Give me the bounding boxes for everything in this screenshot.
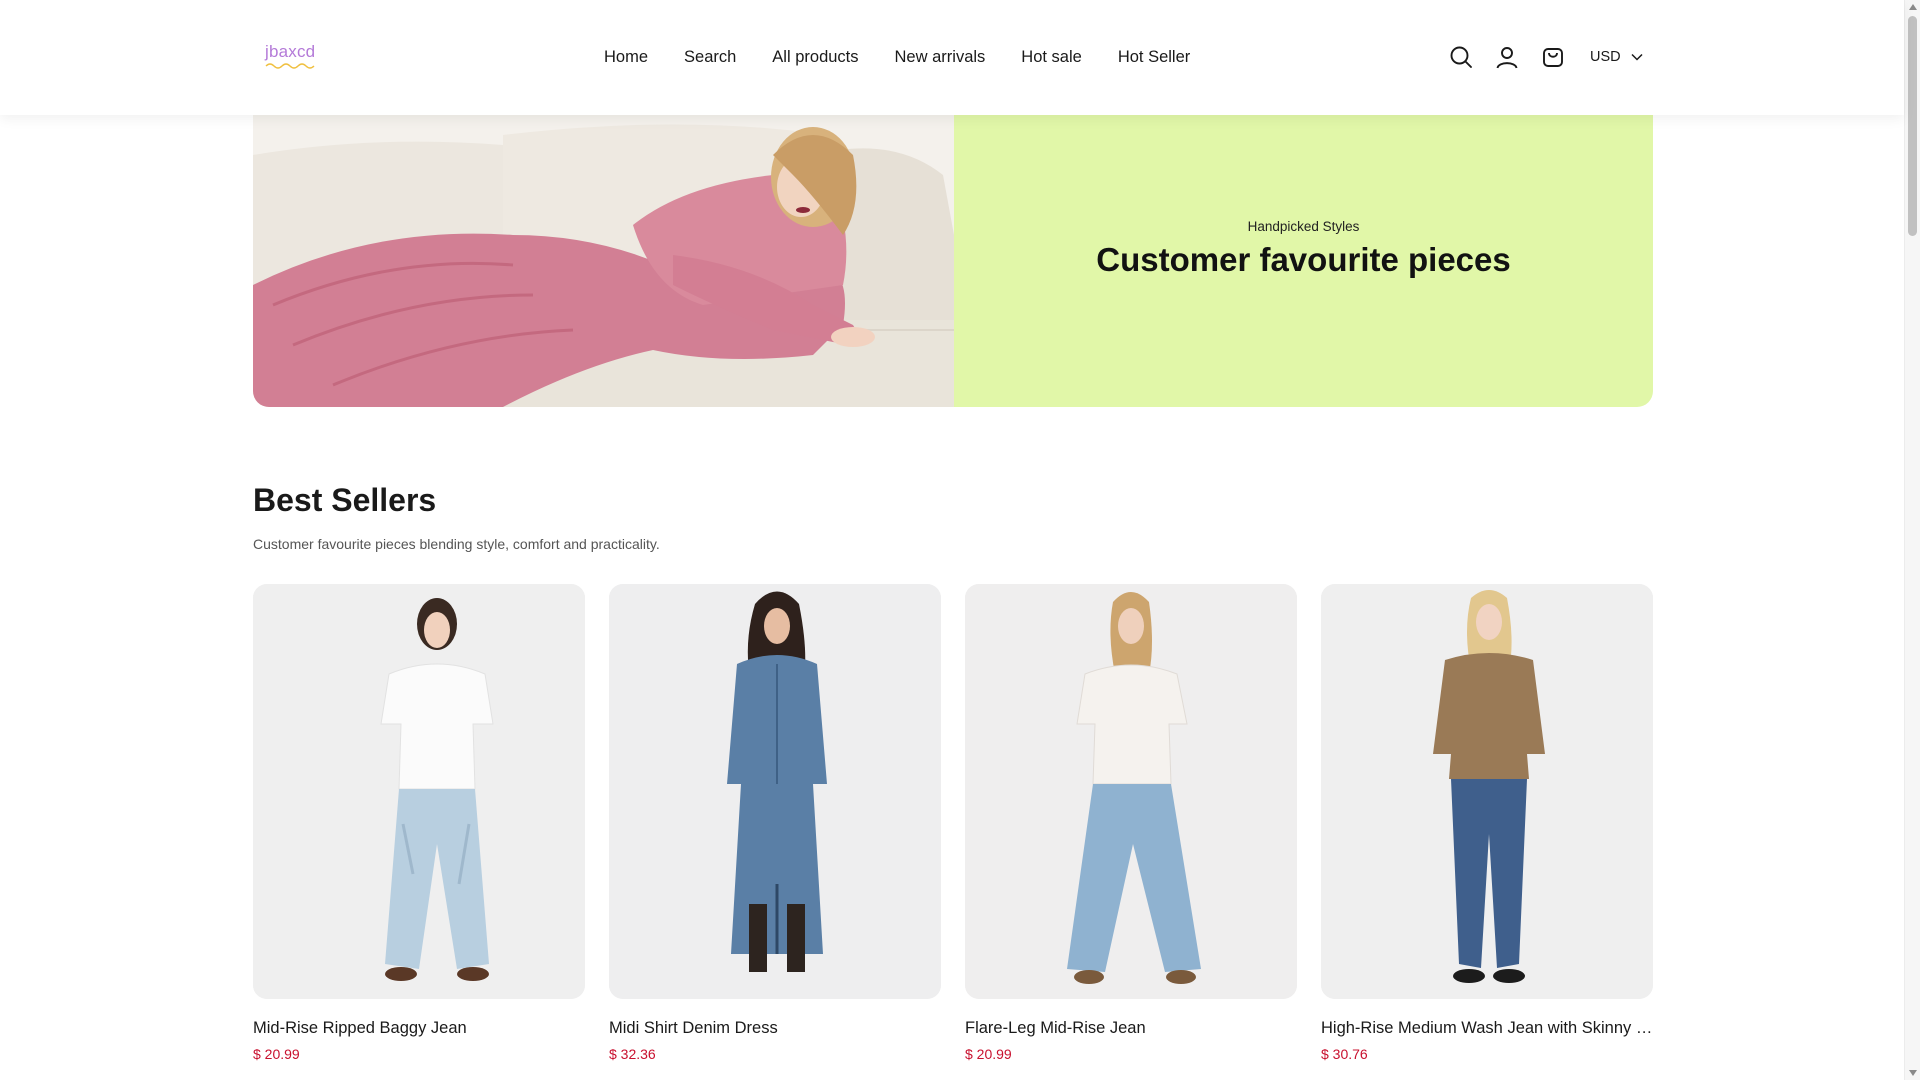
product-name[interactable]: Midi Shirt Denim Dress	[609, 1019, 941, 1038]
product-card[interactable]: High-Rise Medium Wash Jean with Skinny L…	[1321, 584, 1653, 1062]
hero-eyebrow: Handpicked Styles	[1247, 219, 1360, 234]
nav-all-products[interactable]: All products	[772, 48, 858, 67]
header-icons: USD	[1448, 44, 1643, 70]
nav-hot-seller[interactable]: Hot Seller	[1118, 48, 1190, 67]
scrollbar-thumb[interactable]	[1908, 16, 1917, 236]
chevron-down-icon	[1631, 53, 1643, 61]
page-scrollbar[interactable]	[1904, 0, 1920, 1080]
currency-label: USD	[1590, 49, 1621, 65]
product-image[interactable]	[609, 584, 941, 999]
logo-wave-icon	[265, 63, 315, 69]
hero-image	[253, 115, 954, 407]
main-nav: Home Search All products New arrivals Ho…	[604, 48, 1190, 67]
product-name[interactable]: Mid-Rise Ripped Baggy Jean	[253, 1019, 585, 1038]
product-price: $ 32.36	[609, 1046, 656, 1062]
product-photo	[609, 584, 941, 999]
product-photo	[965, 584, 1297, 999]
currency-selector[interactable]: USD	[1590, 49, 1643, 65]
hero-text-panel: Handpicked Styles Customer favourite pie…	[954, 115, 1653, 407]
product-price: $ 30.76	[1321, 1046, 1368, 1062]
section-title: Best Sellers	[253, 482, 437, 518]
account-icon	[1496, 47, 1518, 69]
scroll-down-arrow-icon[interactable]	[1909, 1070, 1917, 1076]
hero-title: Customer favourite pieces	[1096, 241, 1511, 278]
scroll-up-arrow-icon[interactable]	[1909, 4, 1917, 10]
product-photo	[253, 584, 585, 999]
cart-icon	[1543, 48, 1563, 67]
account-button[interactable]	[1494, 44, 1520, 70]
search-button[interactable]	[1448, 44, 1474, 70]
nav-home[interactable]: Home	[604, 48, 648, 67]
nav-search[interactable]: Search	[684, 48, 736, 67]
product-image[interactable]	[965, 584, 1297, 999]
hero-banner: Handpicked Styles Customer favourite pie…	[253, 115, 1653, 407]
logo[interactable]: jbaxcd	[265, 42, 315, 62]
nav-hot-sale[interactable]: Hot sale	[1021, 48, 1082, 67]
cart-button[interactable]	[1540, 44, 1566, 70]
search-icon	[1450, 46, 1472, 68]
hero-image-illustration	[253, 115, 954, 407]
product-price: $ 20.99	[253, 1046, 300, 1062]
nav-new-arrivals[interactable]: New arrivals	[895, 48, 986, 67]
product-card[interactable]: Mid-Rise Ripped Baggy Jean $ 20.99	[253, 584, 585, 1062]
section-subtitle: Customer favourite pieces blending style…	[253, 536, 660, 552]
product-name[interactable]: High-Rise Medium Wash Jean with Skinny L…	[1321, 1019, 1653, 1038]
product-card[interactable]: Midi Shirt Denim Dress $ 32.36	[609, 584, 941, 1062]
product-photo	[1321, 584, 1653, 999]
product-image[interactable]	[253, 584, 585, 999]
product-card[interactable]: Flare-Leg Mid-Rise Jean $ 20.99	[965, 584, 1297, 1062]
product-image[interactable]	[1321, 584, 1653, 999]
site-header: jbaxcd Home Search All products New arri…	[0, 0, 1904, 115]
product-name[interactable]: Flare-Leg Mid-Rise Jean	[965, 1019, 1297, 1038]
product-price: $ 20.99	[965, 1046, 1012, 1062]
